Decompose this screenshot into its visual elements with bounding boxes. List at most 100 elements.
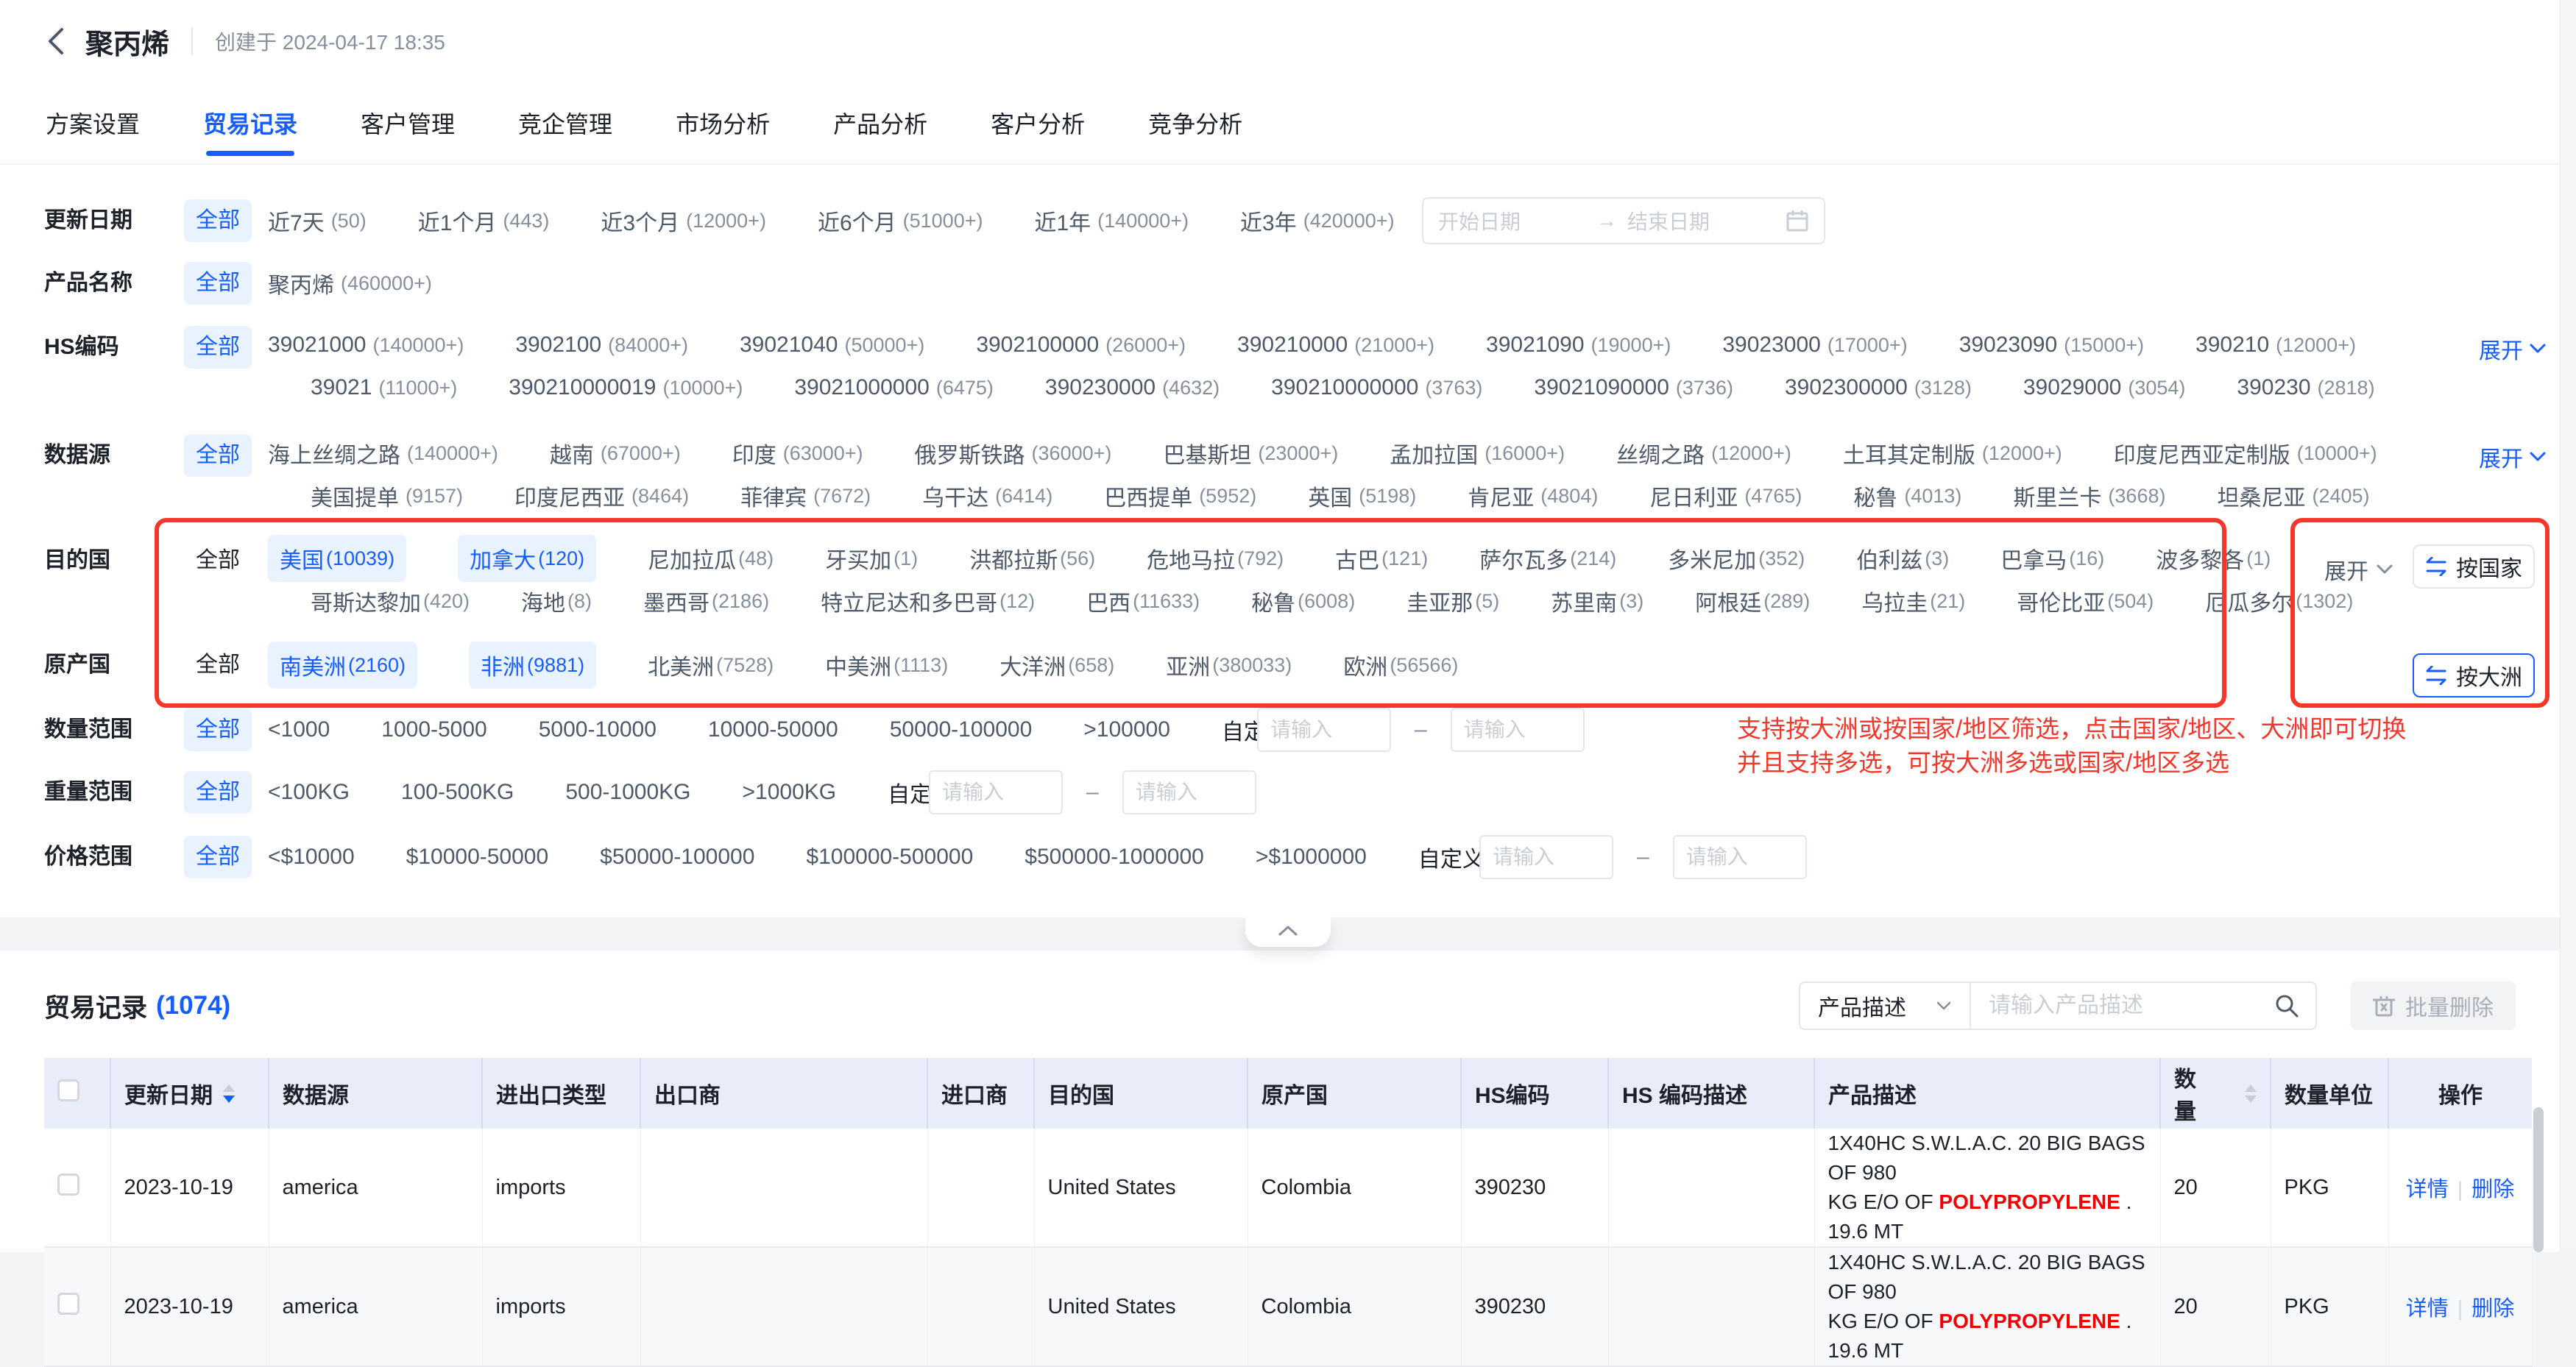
- back-icon[interactable]: [46, 26, 75, 56]
- select-all-checkbox[interactable]: [57, 1079, 79, 1101]
- filter-option[interactable]: 丝绸之路(12000+): [1616, 437, 1791, 469]
- tab[interactable]: 市场分析: [676, 82, 770, 163]
- filter-option[interactable]: 3902100000(26000+): [976, 333, 1186, 358]
- tab[interactable]: 客户分析: [991, 82, 1085, 163]
- filter-option[interactable]: 近7天(50): [268, 205, 367, 237]
- filter-option[interactable]: 390230000(4632): [1045, 375, 1220, 400]
- filter-option[interactable]: 390210000(21000+): [1237, 333, 1434, 358]
- delete-link[interactable]: 删除: [2471, 1178, 2514, 1201]
- filter-option[interactable]: 越南(67000+): [550, 437, 681, 469]
- filter-option[interactable]: 古巴(121): [1335, 542, 1428, 575]
- filter-option[interactable]: 萨尔瓦多(214): [1479, 542, 1616, 575]
- filter-option[interactable]: 近6个月(51000+): [818, 205, 983, 237]
- filter-all-chip[interactable]: 全部: [184, 644, 252, 686]
- row-checkbox[interactable]: [57, 1293, 79, 1315]
- filter-option[interactable]: 美国(10039): [268, 535, 406, 582]
- tab[interactable]: 客户管理: [361, 82, 455, 163]
- filter-collapse-handle[interactable]: [1245, 915, 1331, 947]
- region-expand-link[interactable]: 展开: [2324, 553, 2393, 586]
- filter-option[interactable]: 北美洲(7528): [648, 649, 774, 681]
- filter-option[interactable]: 欧洲(56566): [1343, 649, 1458, 681]
- filter-all-chip[interactable]: 全部: [184, 434, 252, 477]
- tab[interactable]: 贸易记录: [203, 82, 297, 163]
- filter-option[interactable]: 390210000019(10000+): [509, 375, 743, 400]
- filter-option[interactable]: 100-500KG: [401, 780, 514, 805]
- filter-option[interactable]: 尼日利亚(4765): [1649, 480, 1802, 512]
- filter-option[interactable]: 坦桑尼亚(2405): [2217, 480, 2369, 512]
- filter-option[interactable]: 10000-50000: [708, 717, 838, 742]
- filter-option[interactable]: $100000-500000: [806, 845, 973, 870]
- tab[interactable]: 竞争分析: [1148, 82, 1242, 163]
- filter-option[interactable]: >1000KG: [743, 780, 837, 805]
- filter-all-chip[interactable]: 全部: [184, 262, 252, 305]
- weight-min-input[interactable]: [929, 770, 1063, 814]
- filter-option[interactable]: 39021090(19000+): [1486, 333, 1671, 358]
- filter-option[interactable]: 39021000000(6475): [794, 375, 994, 400]
- bulk-delete-button[interactable]: 批量删除: [2351, 981, 2516, 1030]
- filter-option[interactable]: 加拿大(120): [458, 535, 596, 582]
- filter-option[interactable]: 秘鲁(6008): [1251, 585, 1355, 617]
- filter-option[interactable]: 乌干达(6414): [922, 480, 1052, 512]
- filter-option[interactable]: 39021(11000+): [311, 375, 457, 400]
- search-field-select[interactable]: 产品描述: [1800, 983, 1971, 1029]
- filter-option[interactable]: 近1年(140000+): [1034, 205, 1189, 237]
- filter-option[interactable]: 波多黎各(1): [2156, 542, 2271, 575]
- search-icon[interactable]: [2258, 993, 2315, 1018]
- filter-option[interactable]: 菲律宾(7672): [740, 480, 871, 512]
- table-scrollbar[interactable]: [2533, 1107, 2544, 1252]
- filter-option[interactable]: 390230(2818): [2237, 375, 2374, 400]
- by-continent-button[interactable]: 按大洲: [2413, 653, 2535, 697]
- filter-option[interactable]: 3902100(84000+): [515, 333, 688, 358]
- filter-option[interactable]: <100KG: [268, 780, 350, 805]
- filter-option[interactable]: 39021090000(3736): [1534, 375, 1733, 400]
- filter-option[interactable]: 3902300000(3128): [1785, 375, 1972, 400]
- filter-all-chip[interactable]: 全部: [184, 709, 252, 751]
- filter-option[interactable]: 伯利兹(3): [1856, 542, 1949, 575]
- filter-option[interactable]: 孟加拉国(16000+): [1390, 437, 1565, 469]
- filter-option[interactable]: 巴拿马(16): [2000, 542, 2104, 575]
- filter-option[interactable]: 印度尼西亚(8464): [514, 480, 689, 512]
- filter-option[interactable]: 中美洲(1113): [825, 649, 948, 681]
- filter-option[interactable]: 海地(8): [521, 585, 592, 617]
- filter-option[interactable]: 39023000(17000+): [1722, 333, 1907, 358]
- filter-option[interactable]: $50000-100000: [600, 845, 754, 870]
- filter-option[interactable]: 自定义: [1418, 841, 1485, 873]
- date-range-picker[interactable]: 开始日期 → 结束日期: [1422, 197, 1825, 244]
- filter-option[interactable]: 巴基斯坦(23000+): [1163, 437, 1338, 469]
- filter-option[interactable]: 巴西(11633): [1086, 585, 1200, 617]
- filter-option[interactable]: 亚洲(380033): [1166, 649, 1292, 681]
- filter-option[interactable]: 近3年(420000+): [1240, 205, 1395, 237]
- filter-option[interactable]: 近1个月(443): [418, 205, 550, 237]
- filter-option[interactable]: 印度尼西亚定制版(10000+): [2114, 437, 2377, 469]
- filter-option[interactable]: 苏里南(3): [1551, 585, 1643, 617]
- filter-option[interactable]: 聚丙烯(460000+): [268, 267, 432, 299]
- filter-option[interactable]: 英国(5198): [1308, 480, 1416, 512]
- tab[interactable]: 方案设置: [46, 82, 140, 163]
- filter-option[interactable]: 危地马拉(792): [1147, 542, 1284, 575]
- filter-option[interactable]: 印度(63000+): [732, 437, 863, 469]
- filter-option[interactable]: 1000-5000: [381, 717, 486, 742]
- filter-option[interactable]: 尼加拉瓜(48): [648, 542, 774, 575]
- detail-link[interactable]: 详情: [2406, 1297, 2449, 1321]
- filter-option[interactable]: 5000-10000: [539, 717, 657, 742]
- filter-option[interactable]: 大洋洲(658): [999, 649, 1114, 681]
- filter-option[interactable]: 美国提单(9157): [311, 480, 463, 512]
- filter-option[interactable]: 牙买加(1): [825, 542, 918, 575]
- filter-all-chip[interactable]: 全部: [184, 836, 252, 878]
- filter-option[interactable]: 390210000000(3763): [1271, 375, 1482, 400]
- filter-option[interactable]: 土耳其定制版(12000+): [1843, 437, 2062, 469]
- delete-link[interactable]: 删除: [2471, 1297, 2514, 1321]
- filter-option[interactable]: 39021000(140000+): [268, 333, 464, 358]
- filter-option[interactable]: 斯里兰卡(3668): [2013, 480, 2165, 512]
- filter-all-chip[interactable]: 全部: [184, 771, 252, 814]
- filter-option[interactable]: $10000-50000: [406, 845, 549, 870]
- filter-option[interactable]: 乌拉圭(21): [1861, 585, 1965, 617]
- by-country-button[interactable]: 按国家: [2413, 544, 2535, 589]
- filter-option[interactable]: 海上丝绸之路(140000+): [268, 437, 498, 469]
- filter-option[interactable]: 肯尼亚(4804): [1468, 480, 1598, 512]
- filter-all-chip[interactable]: 全部: [184, 539, 252, 582]
- search-input[interactable]: [1971, 993, 2258, 1018]
- price-min-input[interactable]: [1479, 835, 1613, 879]
- sort-icon[interactable]: [223, 1084, 235, 1103]
- filter-option[interactable]: 秘鲁(4013): [1853, 480, 1961, 512]
